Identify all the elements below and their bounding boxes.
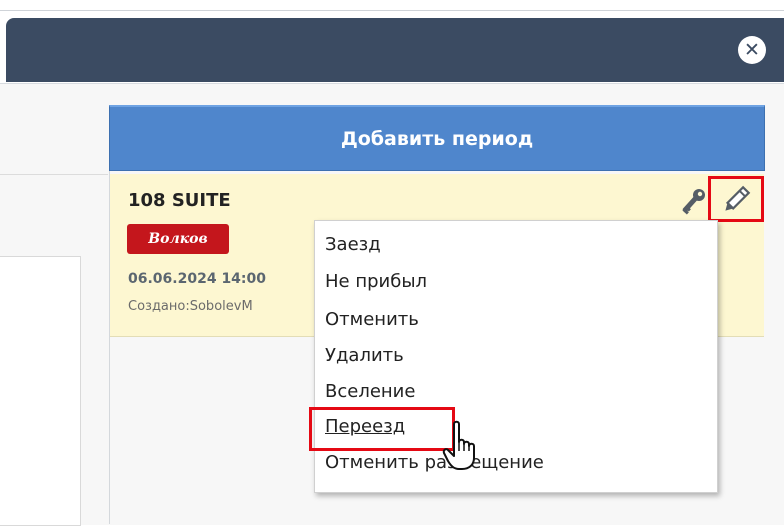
- menu-item-settle[interactable]: Вселение: [325, 379, 415, 405]
- room-title: 108 SUITE: [128, 190, 231, 211]
- menu-item-check-in[interactable]: Заезд: [325, 232, 381, 258]
- menu-item-cancel[interactable]: Отменить: [325, 307, 419, 333]
- guest-badge: Волков: [127, 224, 229, 254]
- add-period-button[interactable]: Добавить период: [109, 105, 765, 171]
- close-icon[interactable]: ✕: [738, 36, 766, 64]
- menu-item-no-show[interactable]: Не прибыл: [325, 269, 427, 295]
- menu-item-delete[interactable]: Удалить: [325, 343, 404, 369]
- menu-item-cancel-accommodation[interactable]: Отменить размещение: [325, 450, 544, 476]
- menu-item-highlight: [309, 407, 455, 451]
- hand-pointer-icon: [442, 420, 475, 470]
- booking-dates: 06.06.2024 14:00: [128, 271, 267, 287]
- context-menu: Заезд Не прибыл Отменить Удалить Вселени…: [314, 220, 718, 493]
- top-strip-divider: [0, 10, 784, 11]
- left-panel-card: [0, 256, 81, 526]
- pencil-icon[interactable]: [720, 184, 752, 216]
- dialog-header: [6, 18, 784, 82]
- created-by: Создано:SobolevM: [128, 299, 253, 314]
- key-icon[interactable]: [678, 188, 706, 218]
